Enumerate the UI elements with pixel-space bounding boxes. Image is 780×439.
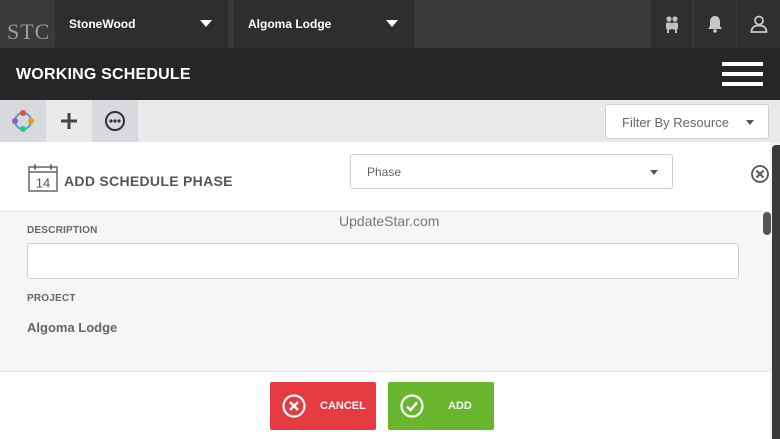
people-icon: [666, 16, 678, 33]
bell-icon: [708, 16, 722, 33]
close-icon[interactable]: [750, 164, 770, 184]
modal-header: 14 ADD SCHEDULE PHASE Phase: [0, 142, 770, 212]
project-value: Algoma Lodge: [27, 320, 118, 335]
cancel-label: CANCEL: [320, 400, 366, 412]
notifications-button[interactable]: [694, 0, 736, 48]
options-button[interactable]: [92, 100, 138, 142]
description-field[interactable]: [27, 243, 739, 279]
project-label: PROJECT: [27, 293, 76, 304]
user-menu-button[interactable]: [737, 0, 780, 48]
company-logo: STC: [7, 19, 51, 44]
add-button[interactable]: [46, 100, 92, 142]
color-wheel-button[interactable]: [0, 100, 46, 142]
watermark-text: UpdateStar.com: [339, 213, 440, 229]
filter-by-resource-select[interactable]: Filter By Resource: [605, 104, 769, 139]
people-button[interactable]: [651, 0, 693, 48]
project-selector-label: Algoma Lodge: [248, 17, 332, 31]
scrollbar-thumb[interactable]: [763, 212, 771, 235]
calendar-day: 14: [36, 176, 50, 191]
phase-type-select[interactable]: Phase: [350, 154, 673, 189]
scrollbar-outer[interactable]: [772, 145, 780, 439]
toolbar: Filter By Resource: [0, 100, 780, 142]
modal-body: UpdateStar.com DESCRIPTION PROJECT Algom…: [0, 212, 770, 372]
phase-type-value: Phase: [367, 165, 402, 179]
company-selector-label: StoneWood: [69, 17, 136, 31]
chevron-down-icon: [650, 170, 658, 175]
modal-title: ADD SCHEDULE PHASE: [64, 173, 233, 189]
add-label: ADD: [448, 400, 472, 412]
options-icon: [105, 111, 125, 131]
top-bar: STC StoneWood Algoma Lodge: [0, 0, 780, 48]
title-bar: WORKING SCHEDULE: [0, 48, 780, 100]
chevron-down-icon: [200, 20, 212, 27]
plus-icon: [61, 113, 77, 129]
page-title: WORKING SCHEDULE: [16, 66, 191, 83]
add-phase-button[interactable]: ADD: [388, 382, 494, 430]
color-wheel-icon: [12, 110, 34, 132]
filter-label: Filter By Resource: [622, 115, 729, 130]
hamburger-menu-icon[interactable]: [722, 62, 763, 88]
cancel-button[interactable]: CANCEL: [270, 382, 376, 430]
chevron-down-icon: [746, 120, 754, 125]
chevron-down-icon: [386, 20, 398, 27]
checkmark-circle-icon: [400, 394, 424, 418]
modal-footer: CANCEL ADD: [0, 372, 770, 439]
company-selector[interactable]: StoneWood: [55, 0, 228, 48]
calendar-icon: 14: [28, 164, 58, 192]
cancel-circle-icon: [282, 394, 306, 418]
description-label: DESCRIPTION: [27, 225, 98, 236]
user-icon: [750, 15, 767, 33]
project-selector[interactable]: Algoma Lodge: [234, 0, 414, 48]
